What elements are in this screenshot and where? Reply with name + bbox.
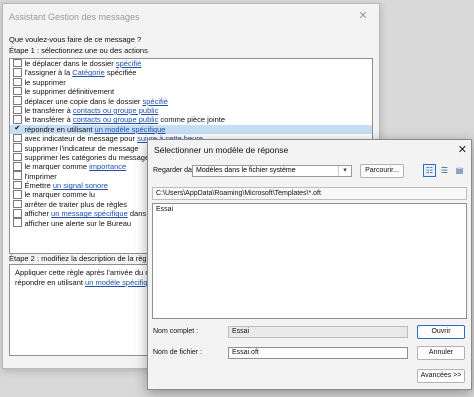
action-text: le supprimer définitivement <box>24 87 115 97</box>
action-text: arrêter de traiter plus de règles <box>24 199 128 209</box>
list-view-icon[interactable]: ☷ <box>423 164 436 177</box>
action-checkbox[interactable] <box>13 180 22 190</box>
lookin-dropdown[interactable]: Modèles dans le fichier système ▾ <box>192 165 352 177</box>
step1-label: Étape 1 : sélectionnez une ou des action… <box>9 46 148 55</box>
lookin-value: Modèles dans le fichier système <box>196 167 296 174</box>
action-text: le transférer à <box>24 115 73 125</box>
action-checkbox[interactable] <box>13 68 22 77</box>
action-checkbox[interactable] <box>13 143 22 152</box>
action-checkbox[interactable] <box>13 199 22 209</box>
template-link[interactable]: un modèle spécifique <box>85 278 156 287</box>
fullname-label: Nom complet : <box>153 328 199 335</box>
action-text-suffix: comme pièce jointe <box>158 115 226 125</box>
advanced-button[interactable]: Avancées >> <box>417 369 465 383</box>
action-text: le déplacer dans le dossier <box>24 59 116 68</box>
cancel-button[interactable]: Annuler <box>417 346 465 360</box>
action-link[interactable]: importance <box>89 162 126 171</box>
file-item[interactable]: Essai <box>156 206 463 213</box>
action-text: le marquer comme lu <box>24 190 95 200</box>
action-text: afficher une alerte sur le Bureau <box>24 218 132 228</box>
path-bar: C:\Users\AppData\Roaming\Microsoft\Templ… <box>152 187 467 200</box>
action-text: le supprimer <box>24 77 66 87</box>
action-link[interactable]: Catégorie <box>72 68 105 77</box>
action-row[interactable]: ✔ répondre en utilisant un modèle spécifi… <box>10 124 372 135</box>
action-text: supprimer les catégories du message <box>24 152 150 162</box>
action-link[interactable]: un signal sonore <box>53 181 108 190</box>
action-checkbox[interactable] <box>13 115 22 124</box>
wizard-titlebar: Assistant Gestion des messages ✕ <box>3 4 379 30</box>
action-text: répondre en utilisant <box>24 124 95 134</box>
dialog-close-icon[interactable]: ✕ <box>458 143 467 156</box>
action-text: l'assigner à la <box>24 68 73 78</box>
action-checkbox[interactable] <box>13 209 22 218</box>
action-text: avec indicateur de message pour <box>24 134 138 144</box>
action-checkbox[interactable] <box>13 218 22 227</box>
action-text: déplacer une copie dans le dossier <box>24 96 143 106</box>
action-text: supprimer l'indicateur de message <box>24 143 139 153</box>
action-checkbox[interactable] <box>13 171 22 180</box>
action-row[interactable]: le transférer à contacts ou groupe publi… <box>10 115 372 124</box>
action-link[interactable]: contacts ou groupe public <box>73 115 158 124</box>
wizard-title: Assistant Gestion des messages <box>9 12 140 22</box>
action-row[interactable]: le supprimer définitivement <box>10 86 372 97</box>
action-checkbox[interactable] <box>13 190 22 199</box>
action-checkbox[interactable] <box>13 105 22 115</box>
action-row[interactable]: le transférer à contacts ou groupe publi… <box>10 105 372 115</box>
action-checkbox[interactable] <box>13 77 22 87</box>
action-row[interactable]: le déplacer dans le dossier spécifié <box>10 59 372 68</box>
action-link[interactable]: spécifié <box>143 97 168 106</box>
action-checkbox[interactable] <box>13 133 22 143</box>
dialog-title: Sélectionner un modèle de réponse <box>154 145 289 155</box>
wizard-close-icon[interactable]: ✕ <box>349 6 377 26</box>
action-row[interactable]: l'assigner à la Catégorie spécifiée <box>10 68 372 77</box>
action-text: le marquer comme <box>24 162 90 172</box>
action-row[interactable]: déplacer une copie dans le dossier spéci… <box>10 96 372 106</box>
file-list[interactable]: Essai <box>152 203 467 319</box>
browse-button[interactable]: Parcourir... <box>360 164 404 178</box>
action-link[interactable]: contacts ou groupe public <box>73 106 158 115</box>
action-link[interactable]: un message spécifique <box>51 209 128 218</box>
action-text: l'imprimer <box>24 171 57 181</box>
fullname-field: Essai <box>228 326 408 338</box>
action-checkbox[interactable]: ✔ <box>13 125 22 134</box>
preview-view-icon[interactable]: ▤ <box>453 164 466 177</box>
action-link[interactable]: un modèle spécifique <box>95 125 166 134</box>
action-checkbox[interactable] <box>13 86 22 96</box>
step2-label: Étape 2 : modifiez la description de la … <box>9 254 161 263</box>
filename-input[interactable]: Essai.oft <box>228 347 408 359</box>
action-text-suffix: spécifiée <box>104 68 137 78</box>
select-template-dialog: Sélectionner un modèle de réponse ✕ Rega… <box>147 139 472 390</box>
description-text: répondre en utilisant <box>15 278 86 287</box>
action-checkbox[interactable] <box>13 152 22 162</box>
action-text: Émettre <box>24 181 53 191</box>
action-checkbox[interactable] <box>13 162 22 171</box>
filename-label: Nom de fichier : <box>153 349 203 356</box>
action-checkbox[interactable] <box>13 96 22 105</box>
action-text: le transférer à <box>24 105 73 115</box>
action-text: afficher <box>24 209 52 219</box>
action-row[interactable]: le supprimer <box>10 77 372 87</box>
open-button[interactable]: Ouvrir <box>417 325 465 339</box>
details-view-icon[interactable]: ☰ <box>438 164 451 177</box>
chevron-down-icon[interactable]: ▾ <box>338 166 351 176</box>
action-checkbox[interactable] <box>13 59 22 68</box>
wizard-question: Que voulez-vous faire de ce message ? <box>9 35 142 44</box>
action-link[interactable]: spécifié <box>116 59 141 68</box>
